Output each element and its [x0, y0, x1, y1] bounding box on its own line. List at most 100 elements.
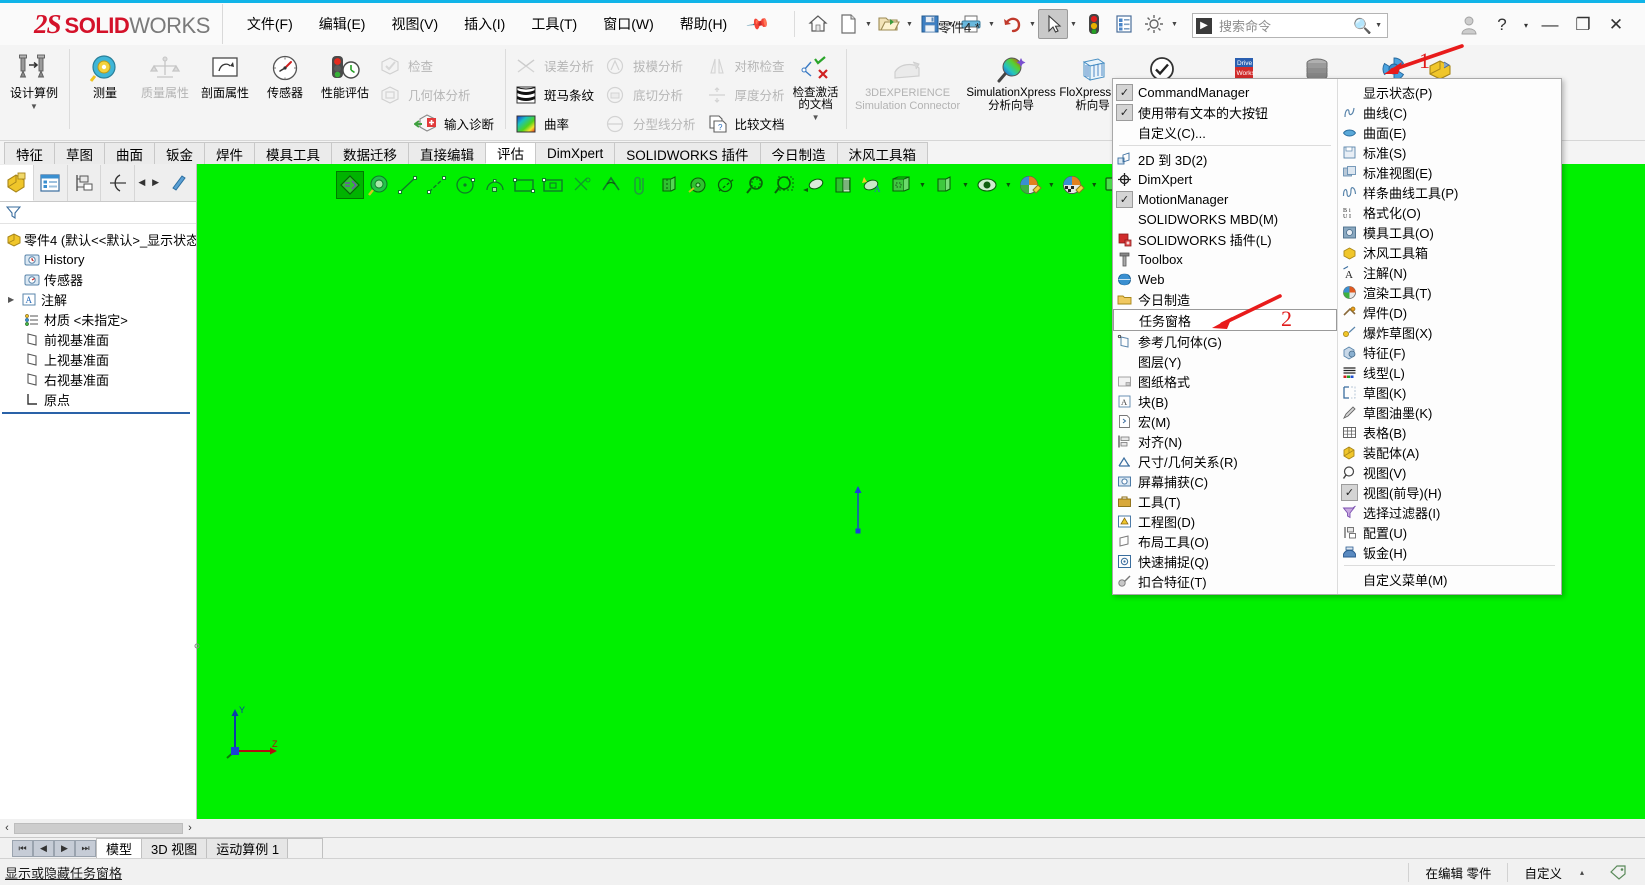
tree-item-sensors[interactable]: 传感器: [0, 269, 196, 289]
hud-view-settings-caret-icon[interactable]: ▼: [1005, 182, 1012, 189]
tab-solidworks-addins[interactable]: SOLIDWORKS 插件: [614, 142, 761, 164]
popup-annotation[interactable]: A 注解(N): [1338, 262, 1561, 282]
tree-item-annotations[interactable]: ▶ A 注解: [0, 289, 196, 309]
popup-tools[interactable]: 工具(T): [1113, 491, 1337, 511]
popup-assembly[interactable]: 装配体(A): [1338, 442, 1561, 462]
tab-sheet-metal[interactable]: 钣金: [154, 142, 205, 164]
fm-tab-dimxpert-manager[interactable]: [101, 164, 136, 201]
help-button[interactable]: ?: [1487, 11, 1517, 39]
popup-display-states[interactable]: 显示状态(P): [1338, 82, 1561, 102]
tree-item-origin[interactable]: 原点: [0, 389, 196, 409]
performance-evaluation-button[interactable]: 性能评估: [315, 49, 375, 100]
select-button[interactable]: [1037, 9, 1068, 39]
tree-item-front-plane[interactable]: 前视基准面: [0, 329, 196, 349]
popup-sketch[interactable]: 草图(K): [1338, 382, 1561, 402]
undo-caret-icon[interactable]: ▼: [1027, 21, 1038, 28]
popup-align[interactable]: 对齐(N): [1113, 431, 1337, 451]
hud-center-rectangle[interactable]: [540, 172, 566, 198]
section-properties-button[interactable]: 剖面属性: [195, 49, 255, 100]
measure-button[interactable]: 测量: [75, 49, 135, 100]
hud-arc[interactable]: [482, 172, 508, 198]
menu-help[interactable]: 帮助(H): [678, 11, 729, 37]
mass-properties-button[interactable]: 质量属性: [135, 49, 195, 100]
3dexperience-simulation-connector-button[interactable]: 3DEXPERIENCE Simulation Connector: [852, 49, 964, 112]
hud-rectangle[interactable]: [511, 172, 537, 198]
open-caret-icon[interactable]: ▼: [904, 21, 915, 28]
hud-extrude[interactable]: [656, 172, 682, 198]
hud-section-view[interactable]: [830, 172, 856, 198]
panel-splitter-handle[interactable]: [192, 632, 202, 660]
hud-display-style-caret-icon[interactable]: ▼: [919, 182, 926, 189]
check-active-document-button[interactable]: 检查激活的文档 ▼: [791, 49, 841, 122]
simulationxpress-button[interactable]: SimulationXpress 分析向导: [964, 49, 1059, 113]
popup-sketch-ink[interactable]: 草图油墨(K): [1338, 402, 1561, 422]
tree-rollback-bar[interactable]: [2, 412, 190, 414]
close-button[interactable]: ✕: [1601, 11, 1631, 39]
hud-zoom-to-fit[interactable]: [336, 171, 364, 199]
check-active-document-dropdown-icon[interactable]: ▼: [812, 113, 820, 122]
help-caret-icon[interactable]: ▾: [1520, 11, 1532, 39]
hud-hide-show-caret-icon[interactable]: ▼: [962, 182, 969, 189]
hud-sketch-fillet[interactable]: [598, 172, 624, 198]
draft-analysis-button[interactable]: 拔模分析: [600, 51, 702, 80]
display-style-button[interactable]: [1109, 9, 1139, 39]
pin-icon[interactable]: 📌: [746, 11, 772, 37]
popup-large-buttons-with-text[interactable]: ✓ 使用带有文本的大按钮: [1113, 102, 1337, 122]
menu-file[interactable]: 文件(F): [245, 11, 295, 37]
bottom-tab-motion-study-1[interactable]: 运动算例 1: [206, 838, 290, 858]
popup-blocks[interactable]: A 块(B): [1113, 391, 1337, 411]
minimize-button[interactable]: —: [1535, 11, 1565, 39]
design-study-button[interactable]: 设计算例 ▼: [4, 49, 64, 111]
popup-standard-views[interactable]: 标准视图(E): [1338, 162, 1561, 182]
tag-icon[interactable]: [1594, 863, 1645, 882]
popup-tables[interactable]: 表格(B): [1338, 422, 1561, 442]
menu-insert[interactable]: 插入(I): [462, 11, 507, 37]
popup-sheet-format[interactable]: 图纸格式: [1113, 371, 1337, 391]
popup-drawing[interactable]: 工程图(D): [1113, 511, 1337, 531]
tab-surfaces[interactable]: 曲面: [104, 142, 155, 164]
search-icon[interactable]: 🔍: [1353, 17, 1372, 35]
popup-view-heads-up[interactable]: ✓ 视图(前导)(H): [1338, 482, 1561, 502]
popup-configurations[interactable]: 配置(U): [1338, 522, 1561, 542]
popup-macro[interactable]: 宏(M): [1113, 411, 1337, 431]
popup-surfaces[interactable]: 曲面(E): [1338, 122, 1561, 142]
status-custom[interactable]: 自定义: [1507, 863, 1578, 882]
symmetry-check-button[interactable]: 对称检查: [702, 51, 791, 80]
bottom-tab-model[interactable]: 模型: [96, 838, 143, 858]
fm-tab-feature-tree[interactable]: [0, 164, 34, 201]
popup-mold-tools[interactable]: 模具工具(O): [1338, 222, 1561, 242]
popup-sheet-metal[interactable]: 钣金(H): [1338, 542, 1561, 562]
options-caret-icon[interactable]: ▼: [1169, 21, 1180, 28]
tree-item-top-plane[interactable]: 上视基准面: [0, 349, 196, 369]
popup-mufeng-toolbox[interactable]: 沐风工具箱: [1338, 242, 1561, 262]
hud-view-settings[interactable]: [974, 172, 1000, 198]
popup-selection-filter[interactable]: 选择过滤器(I): [1338, 502, 1561, 522]
tab-features[interactable]: 特征: [4, 142, 55, 164]
hud-appearance[interactable]: [1060, 172, 1086, 198]
nav-last-icon[interactable]: ⏭: [75, 839, 96, 857]
popup-layout-tools[interactable]: 布局工具(O): [1113, 531, 1337, 551]
fm-tab-display-manager[interactable]: [162, 165, 196, 201]
bottom-tab-3d-views[interactable]: 3D 视图: [141, 838, 208, 858]
popup-view[interactable]: 视图(V): [1338, 462, 1561, 482]
design-study-dropdown-icon[interactable]: ▼: [30, 102, 38, 111]
hud-line[interactable]: [395, 172, 421, 198]
hud-revolve[interactable]: [685, 172, 711, 198]
popup-dimensions-relations[interactable]: 尺寸/几何关系(R): [1113, 451, 1337, 471]
print-caret-icon[interactable]: ▼: [986, 21, 997, 28]
fm-tab-property-manager[interactable]: [34, 164, 68, 201]
hud-rotate-view[interactable]: [801, 172, 827, 198]
hud-display-style[interactable]: [888, 172, 914, 198]
menu-window[interactable]: 窗口(W): [601, 11, 656, 37]
popup-dimxpert[interactable]: DimXpert: [1113, 169, 1337, 189]
fm-tab-configuration-manager[interactable]: [68, 164, 102, 201]
hud-centerline[interactable]: [424, 172, 450, 198]
scroll-left-icon[interactable]: ‹: [0, 822, 14, 834]
undo-button[interactable]: [997, 9, 1027, 39]
hud-view-orientation[interactable]: A: [859, 172, 885, 198]
feature-tree-horizontal-scrollbar[interactable]: ‹ ›: [0, 819, 197, 837]
popup-weldments[interactable]: 焊件(D): [1338, 302, 1561, 322]
hud-trim[interactable]: [569, 172, 595, 198]
menu-edit[interactable]: 编辑(E): [317, 11, 368, 37]
tree-item-root[interactable]: 零件4 (默认<<默认>_显示状态: [0, 229, 196, 249]
